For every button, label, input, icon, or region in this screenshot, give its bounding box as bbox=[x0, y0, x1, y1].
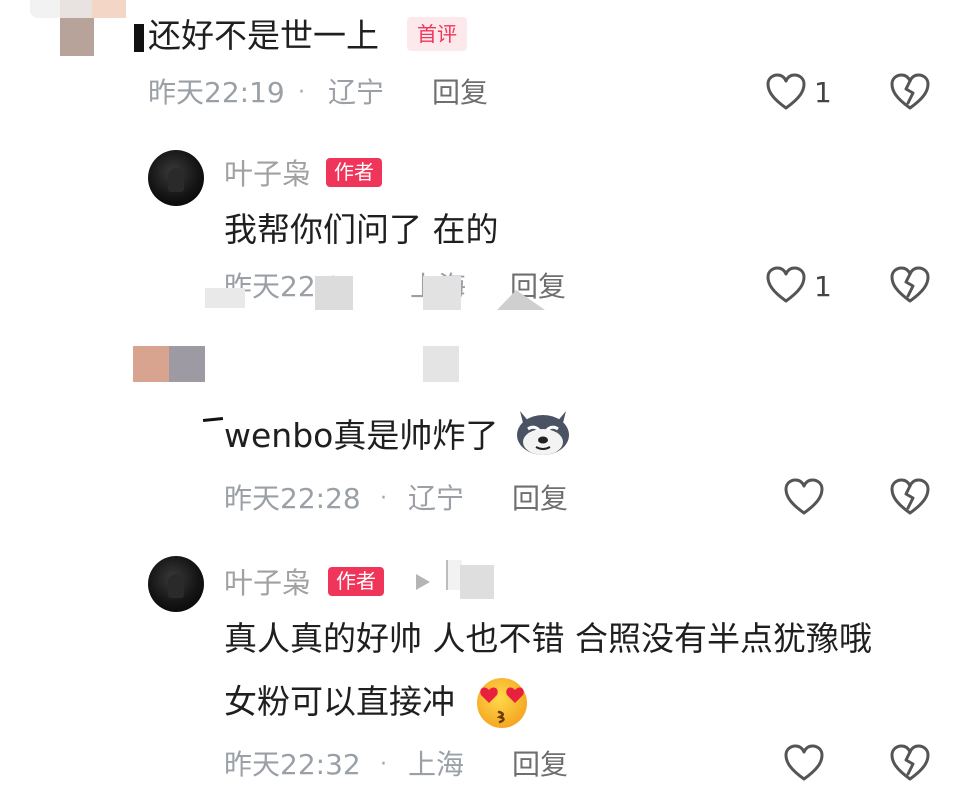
reply-button[interactable]: 回复 bbox=[512, 748, 568, 782]
reply-text-line-1: 真人真的好帅 人也不错 合照没有半点犹豫哦 bbox=[224, 619, 872, 658]
comment-text: 还好不是世一上 bbox=[148, 16, 379, 55]
separator-dot: · bbox=[380, 752, 387, 777]
heart-outline-icon[interactable] bbox=[766, 266, 806, 304]
heart-outline-icon[interactable] bbox=[784, 744, 824, 782]
mosaic-block bbox=[315, 276, 353, 310]
heart-eyes-kiss-emoji bbox=[472, 676, 532, 730]
mosaic-name bbox=[423, 346, 459, 382]
first-comment-badge: 首评 bbox=[407, 17, 467, 51]
reply-text-line-2: 女粉可以直接冲 bbox=[224, 682, 455, 721]
like-count: 1 bbox=[814, 76, 832, 109]
husky-face-emoji bbox=[514, 405, 572, 457]
broken-heart-icon[interactable] bbox=[889, 478, 931, 516]
author-badge: 作者 bbox=[326, 158, 382, 187]
text-cursor-mark bbox=[202, 416, 224, 423]
comment-time: 昨天22:19 bbox=[148, 76, 285, 109]
reply-button[interactable]: 回复 bbox=[432, 76, 488, 110]
heart-outline-icon[interactable] bbox=[784, 478, 824, 516]
author-avatar[interactable] bbox=[148, 556, 204, 612]
broken-heart-icon[interactable] bbox=[889, 744, 931, 782]
mosaic-block bbox=[423, 276, 461, 310]
heart-outline-icon[interactable] bbox=[766, 73, 806, 111]
broken-heart-icon[interactable] bbox=[889, 266, 931, 304]
reply-text: 我帮你们问了 在的 bbox=[224, 210, 499, 249]
author-avatar[interactable] bbox=[148, 150, 204, 206]
mosaic-avatar bbox=[133, 346, 169, 382]
reply-arrow-icon bbox=[414, 572, 432, 596]
broken-heart-icon[interactable] bbox=[889, 73, 931, 111]
reply-button[interactable]: 回复 bbox=[512, 482, 568, 516]
author-name[interactable]: 叶子枭 bbox=[224, 157, 311, 191]
separator-dot: · bbox=[380, 486, 387, 511]
mosaic-avatar bbox=[169, 346, 205, 382]
mosaic-avatar bbox=[30, 0, 130, 56]
author-name[interactable]: 叶子枭 bbox=[224, 566, 311, 600]
author-badge: 作者 bbox=[328, 567, 384, 596]
reply-location: 上海 bbox=[408, 748, 465, 781]
reply-time: 昨天22:32 bbox=[224, 748, 361, 781]
comment-location: 辽宁 bbox=[328, 76, 385, 109]
separator-dot: · bbox=[298, 80, 305, 105]
mosaic-name bbox=[460, 565, 494, 599]
comment-time: 昨天22:28 bbox=[224, 482, 361, 515]
mosaic-block bbox=[205, 288, 245, 308]
comment-location: 辽宁 bbox=[408, 482, 465, 515]
like-count: 1 bbox=[814, 270, 832, 303]
comment-text: wenbo真是帅炸了 bbox=[224, 416, 499, 455]
text-cursor-mark bbox=[134, 24, 144, 52]
